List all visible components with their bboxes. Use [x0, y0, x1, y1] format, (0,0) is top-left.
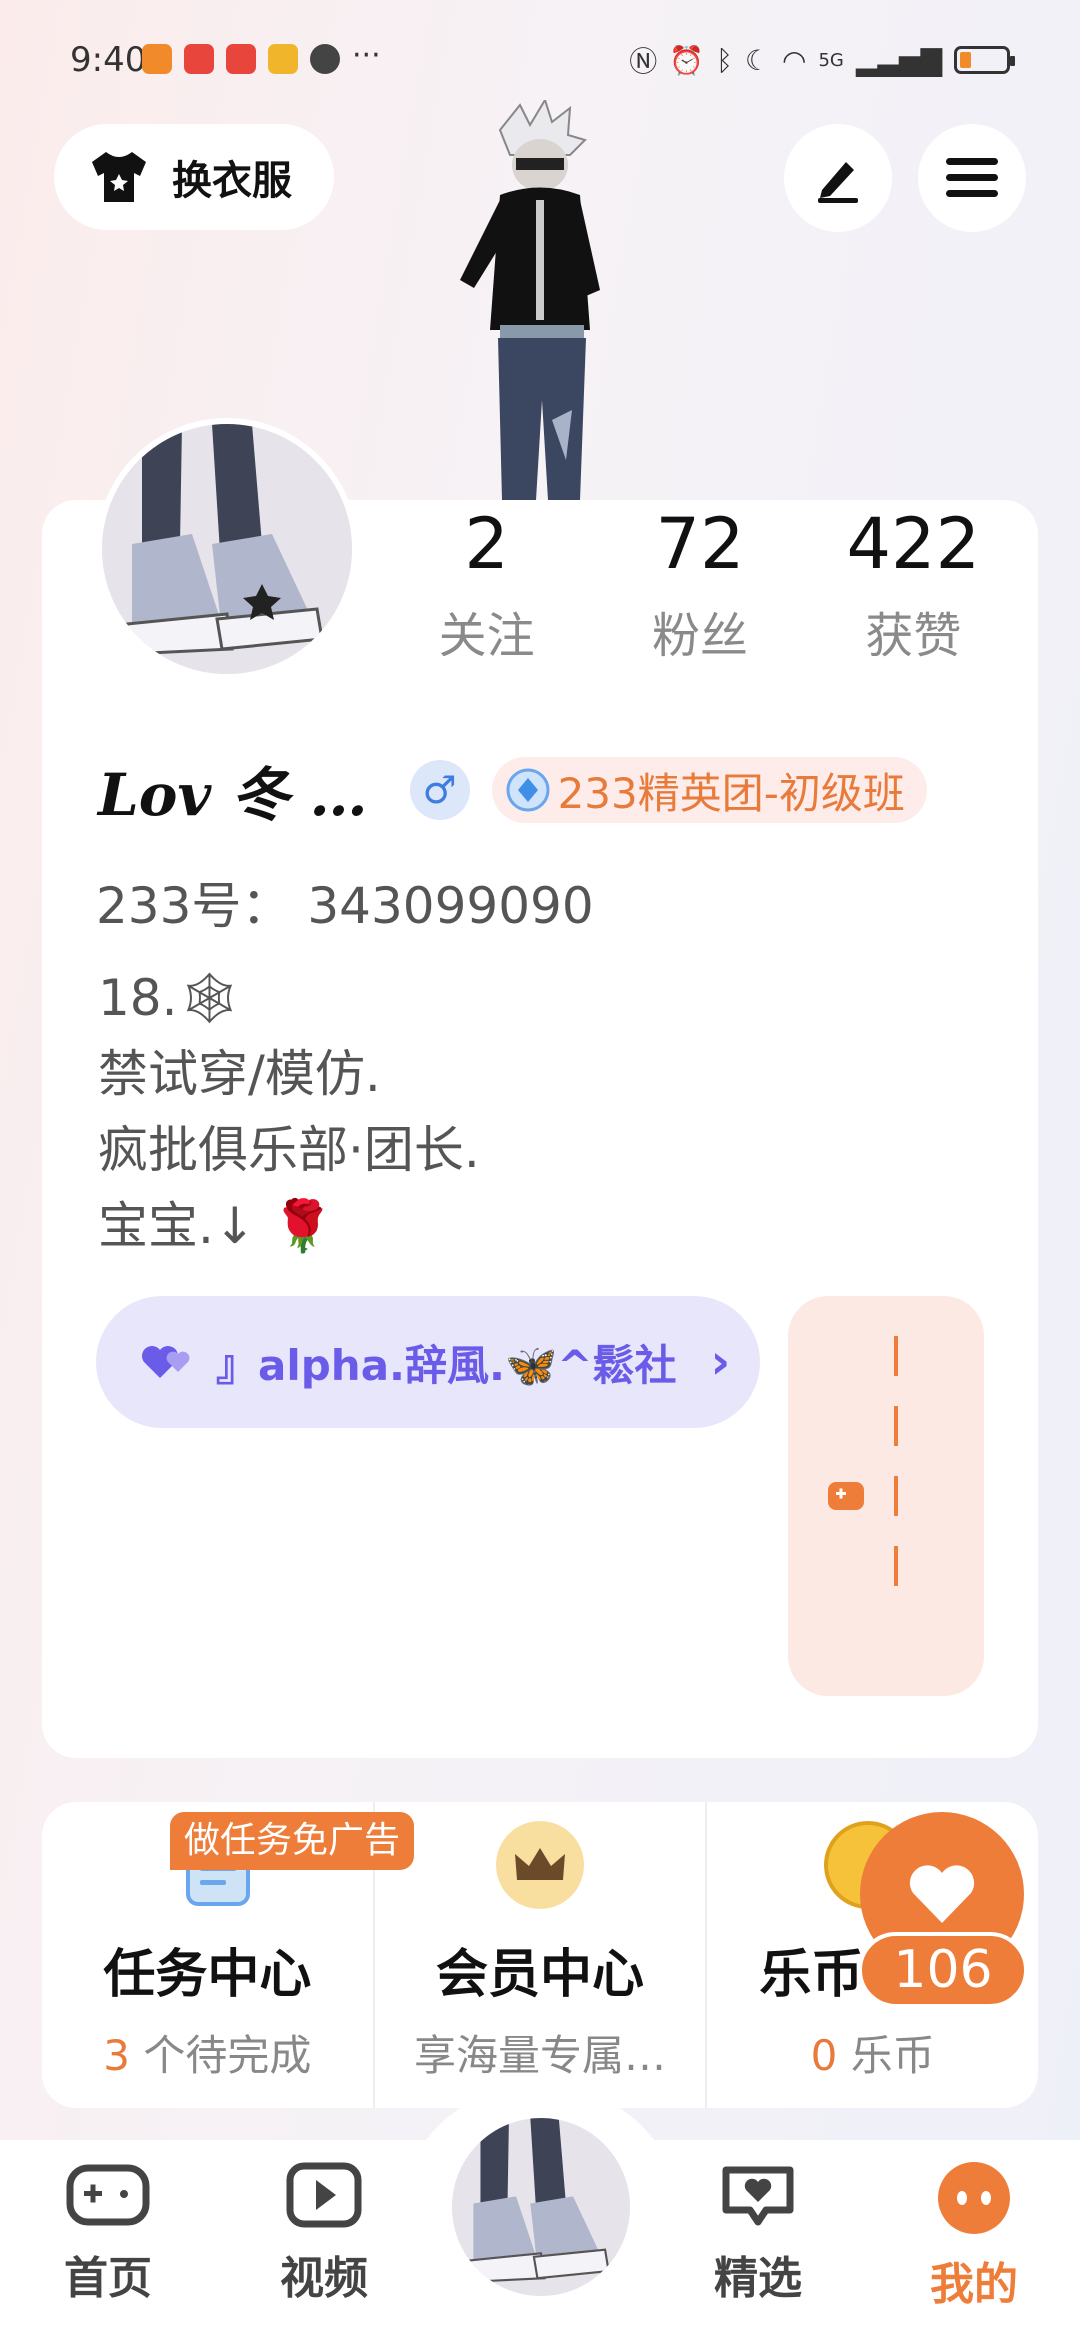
smile-icon [938, 2162, 1010, 2234]
edit-button[interactable] [784, 124, 892, 232]
stat-followers[interactable]: 72 粉丝 [593, 504, 806, 666]
signal-icon: ▂▃▅▇ [855, 43, 942, 77]
pending-count: 3 [103, 2031, 131, 2080]
stat-label: 粉丝 [651, 608, 748, 664]
game-status-box[interactable] [788, 1296, 984, 1696]
pending-label: 个待完成 [130, 2031, 312, 2080]
member-center[interactable]: 会员中心 享海量专属… [375, 1802, 708, 2108]
nav-label: 首页 [64, 2253, 152, 2304]
stat-following[interactable]: 2 关注 [380, 504, 593, 666]
stat-label: 获赞 [865, 608, 962, 664]
moon-icon: ☾ [744, 43, 771, 77]
battery-icon [954, 46, 1015, 74]
user-name: Lov 冬 … [98, 761, 368, 829]
heart-icon [909, 1865, 975, 1923]
bluetooth-icon: ᛒ [716, 43, 733, 77]
gamepad-icon [66, 2164, 150, 2226]
coin-label: 乐币 [837, 2031, 935, 2080]
elite-badge-label: 233精英团-初级班 [557, 768, 905, 818]
heart-chat-icon [722, 2166, 794, 2226]
stat-value: 422 [846, 503, 981, 585]
nav-featured[interactable]: 精选 [688, 2160, 828, 2306]
coin-count: 0 [810, 2031, 838, 2080]
user-id-row[interactable]: 233号： 343099090 [96, 866, 594, 938]
stat-value: 72 [655, 503, 745, 585]
game-text-strokes [888, 1336, 928, 1666]
stat-label: 关注 [438, 608, 535, 664]
network-label: 5G [818, 49, 844, 71]
wardrobe-label: 换衣服 [172, 158, 292, 204]
crown-icon [495, 1821, 584, 1909]
app-notification-icon [268, 44, 298, 74]
user-bio: 18.🕸 禁试穿/模仿. 疯批俱乐部·团长. 宝宝.↓ 🌹 [98, 960, 480, 1264]
stat-value: 2 [464, 503, 509, 585]
nav-video[interactable]: 视频 [254, 2160, 394, 2306]
bio-line: 宝宝.↓ 🌹 [98, 1197, 334, 1255]
bio-line: 18.🕸 [98, 969, 241, 1027]
nav-label: 视频 [280, 2253, 368, 2304]
elite-badge[interactable]: 233精英团-初级班 [491, 757, 927, 823]
app-notification-icon [184, 44, 214, 74]
status-time: 9:40 [70, 40, 147, 80]
bio-line: 疯批俱乐部·团长. [98, 1121, 480, 1179]
nav-label: 精选 [714, 2253, 802, 2304]
bio-line: 禁试穿/模仿. [98, 1045, 381, 1103]
gamepad-icon [828, 1482, 864, 1510]
play-icon [286, 2162, 362, 2228]
diamond-badge-icon [506, 768, 550, 812]
profile-avatar[interactable] [96, 418, 358, 680]
sneaker-avatar-image [452, 2118, 630, 2296]
alarm-icon: ⏰ [669, 43, 705, 77]
service-title: 会员中心 [436, 1945, 645, 2005]
stat-likes[interactable]: 422 获赞 [807, 504, 1020, 666]
wardrobe-button[interactable]: 换衣服 [54, 124, 334, 230]
task-ad-tag[interactable]: 做任务免广告 [170, 1812, 415, 1870]
profile-stats: 2 关注 72 粉丝 422 获赞 [380, 504, 1020, 666]
user-id-label: 233号： [96, 877, 292, 935]
app-notification-icon [226, 44, 256, 74]
user-id-value: 343099090 [307, 877, 594, 935]
menu-button[interactable] [918, 124, 1026, 232]
avatar-character[interactable] [440, 100, 640, 500]
wifi-icon: ◠ [782, 43, 807, 77]
chevron-right-icon: › [710, 1334, 731, 1390]
more-icon: ··· [352, 38, 381, 73]
hearts-icon [142, 1346, 190, 1378]
service-title: 任务中心 [103, 1945, 312, 2005]
nav-me[interactable]: 我的 [904, 2160, 1044, 2312]
pen-icon [818, 162, 858, 203]
club-link[interactable]: 』alpha.辞風.🦋^鬆社 › [96, 1296, 760, 1428]
menu-icon [946, 158, 998, 197]
shirt-icon [92, 152, 146, 202]
status-right: Ⓝ ⏰ ᛒ ☾ ◠ 5G ▂▃▅▇ [629, 40, 1015, 80]
male-icon: ♂ [409, 760, 470, 820]
service-subtitle: 享海量专属… [414, 2031, 667, 2080]
like-count: 106 [858, 1932, 1028, 2008]
service-subtitle: 3 个待完成 [42, 2022, 373, 2083]
name-row: Lov 冬 … ♂ 233精英团-初级班 [98, 748, 927, 832]
app-notification-icon [142, 44, 172, 74]
chat-bubble-icon [310, 44, 340, 74]
nav-label: 我的 [930, 2259, 1018, 2310]
nav-avatar[interactable] [446, 2112, 636, 2302]
nfc-icon: Ⓝ [629, 45, 658, 78]
nav-home[interactable]: 首页 [38, 2160, 178, 2306]
sneaker-avatar-image [102, 424, 352, 674]
club-name: 』alpha.辞風.🦋^鬆社 [216, 1340, 677, 1390]
service-subtitle: 0 乐币 [707, 2022, 1038, 2083]
